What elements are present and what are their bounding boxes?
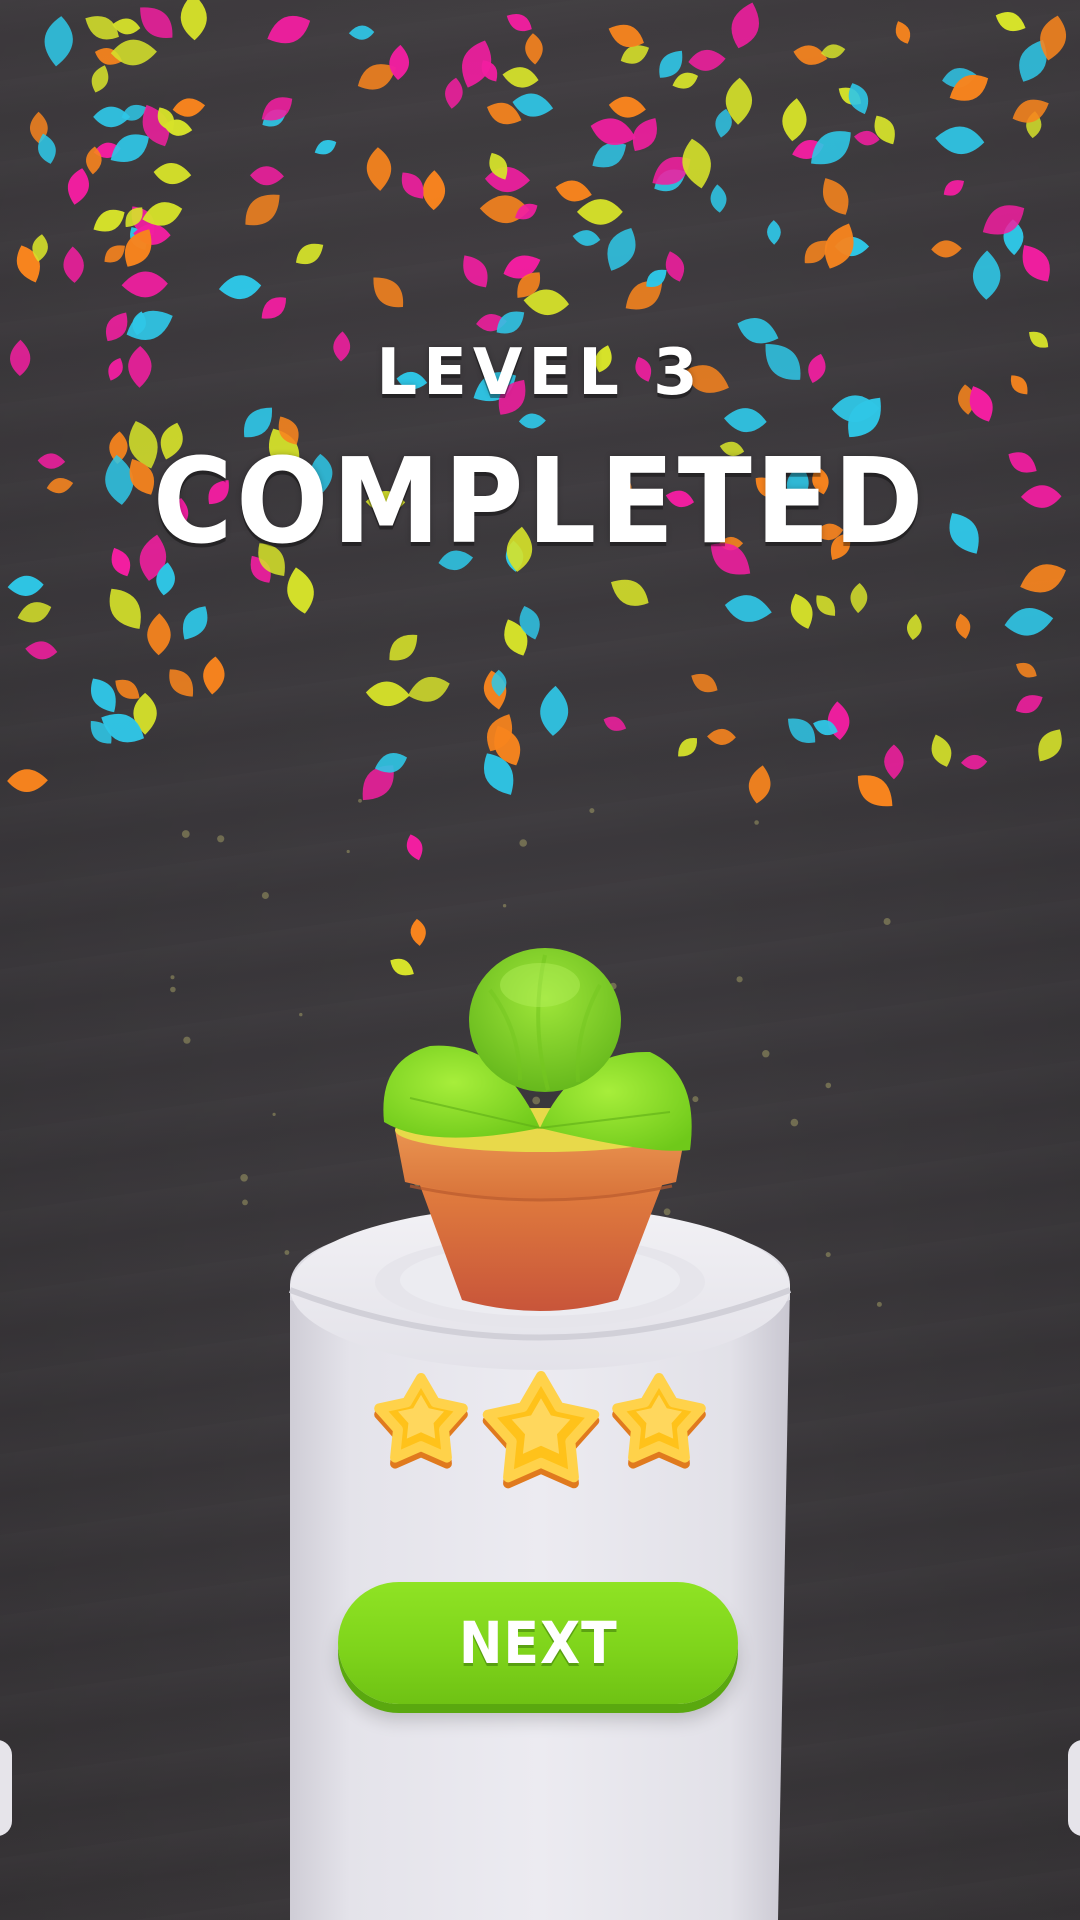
star-icon bbox=[374, 1373, 468, 1469]
next-button[interactable]: NEXT bbox=[338, 1582, 738, 1704]
right-edge-button[interactable] bbox=[1068, 1740, 1080, 1836]
left-edge-button[interactable] bbox=[0, 1740, 12, 1836]
next-button-label: NEXT bbox=[458, 1609, 618, 1677]
star-icon bbox=[612, 1373, 706, 1469]
star-icon bbox=[482, 1371, 600, 1489]
game-scene: LEVEL 3 COMPLETED NEXT bbox=[0, 0, 1080, 1920]
